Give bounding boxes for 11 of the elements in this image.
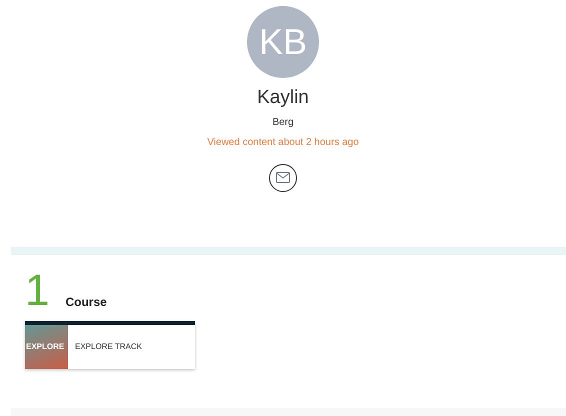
avatar: KB — [247, 6, 319, 78]
message-button[interactable] — [269, 164, 297, 192]
course-card[interactable]: EXPLORE EXPLORE TRACK — [25, 320, 195, 368]
course-title: EXPLORE TRACK — [74, 340, 142, 352]
activity-status: Viewed content about 2 hours ago — [207, 136, 359, 150]
thumbnail-text: EXPLORE — [25, 340, 64, 352]
first-name: Kaylin — [257, 86, 309, 110]
course-label: Course — [65, 294, 107, 310]
mail-icon — [276, 172, 290, 183]
last-name: Berg — [272, 116, 294, 130]
course-count: 1 — [25, 270, 50, 310]
